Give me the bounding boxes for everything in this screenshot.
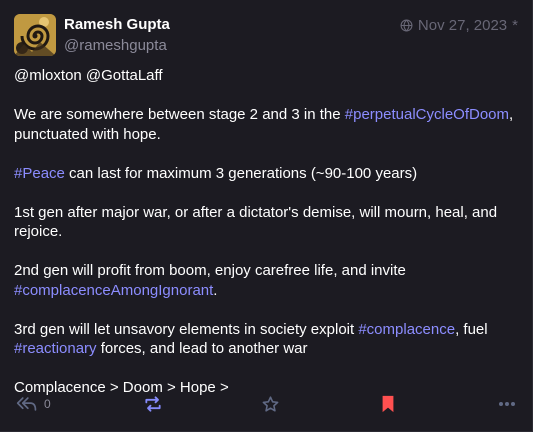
reply-button[interactable]: 0 [16,392,51,416]
globe-icon [400,19,413,32]
ornate-gold-spiral-avatar [14,14,56,56]
hashtag-link[interactable]: #complacenceAmongIgnorant [14,282,213,299]
mentions[interactable]: @mloxton @GottaLaff [14,67,163,84]
boost-button[interactable] [143,392,163,416]
more-dots-icon [499,402,515,406]
more-button[interactable] [498,392,516,416]
paragraph-4: 2nd gen will profit from boom, enjoy car… [14,262,406,299]
post-meta[interactable]: Nov 27, 2023 * [400,17,518,34]
bookmark-button[interactable] [380,392,396,416]
post-timestamp[interactable]: Nov 27, 2023 [418,17,507,34]
action-bar: 0 [0,392,532,416]
bookmark-icon [382,395,394,413]
author-display-name[interactable]: Ramesh Gupta [64,16,170,33]
boost-icon [145,396,161,412]
paragraph-2: #Peace can last for maximum 3 generation… [14,164,418,182]
hashtag-link[interactable]: #reactionary [14,340,97,357]
hashtag-link[interactable]: #complacence [358,321,455,338]
paragraph-1: We are somewhere between stage 2 and 3 i… [14,106,514,143]
paragraph-5: 3rd gen will let unsavory elements in so… [14,320,488,358]
avatar[interactable] [14,14,56,56]
mentions-line: @mloxton @GottaLaff [14,66,520,86]
post-content: @mloxton @GottaLaff We are somewhere bet… [14,66,520,398]
edited-marker: * [512,17,518,34]
author-handle[interactable]: @rameshgupta [64,37,167,54]
hashtag-link[interactable]: #Peace [14,165,65,182]
paragraph-3: 1st gen after major war, or after a dict… [14,203,498,241]
post-card: Ramesh Gupta @rameshgupta Nov 27, 2023 *… [0,0,533,432]
star-icon [262,395,279,412]
reply-all-icon [16,397,37,411]
reply-count: 0 [44,397,51,411]
hashtag-link[interactable]: #perpetualCycleOfDoom [345,106,509,123]
favourite-button[interactable] [261,392,280,416]
